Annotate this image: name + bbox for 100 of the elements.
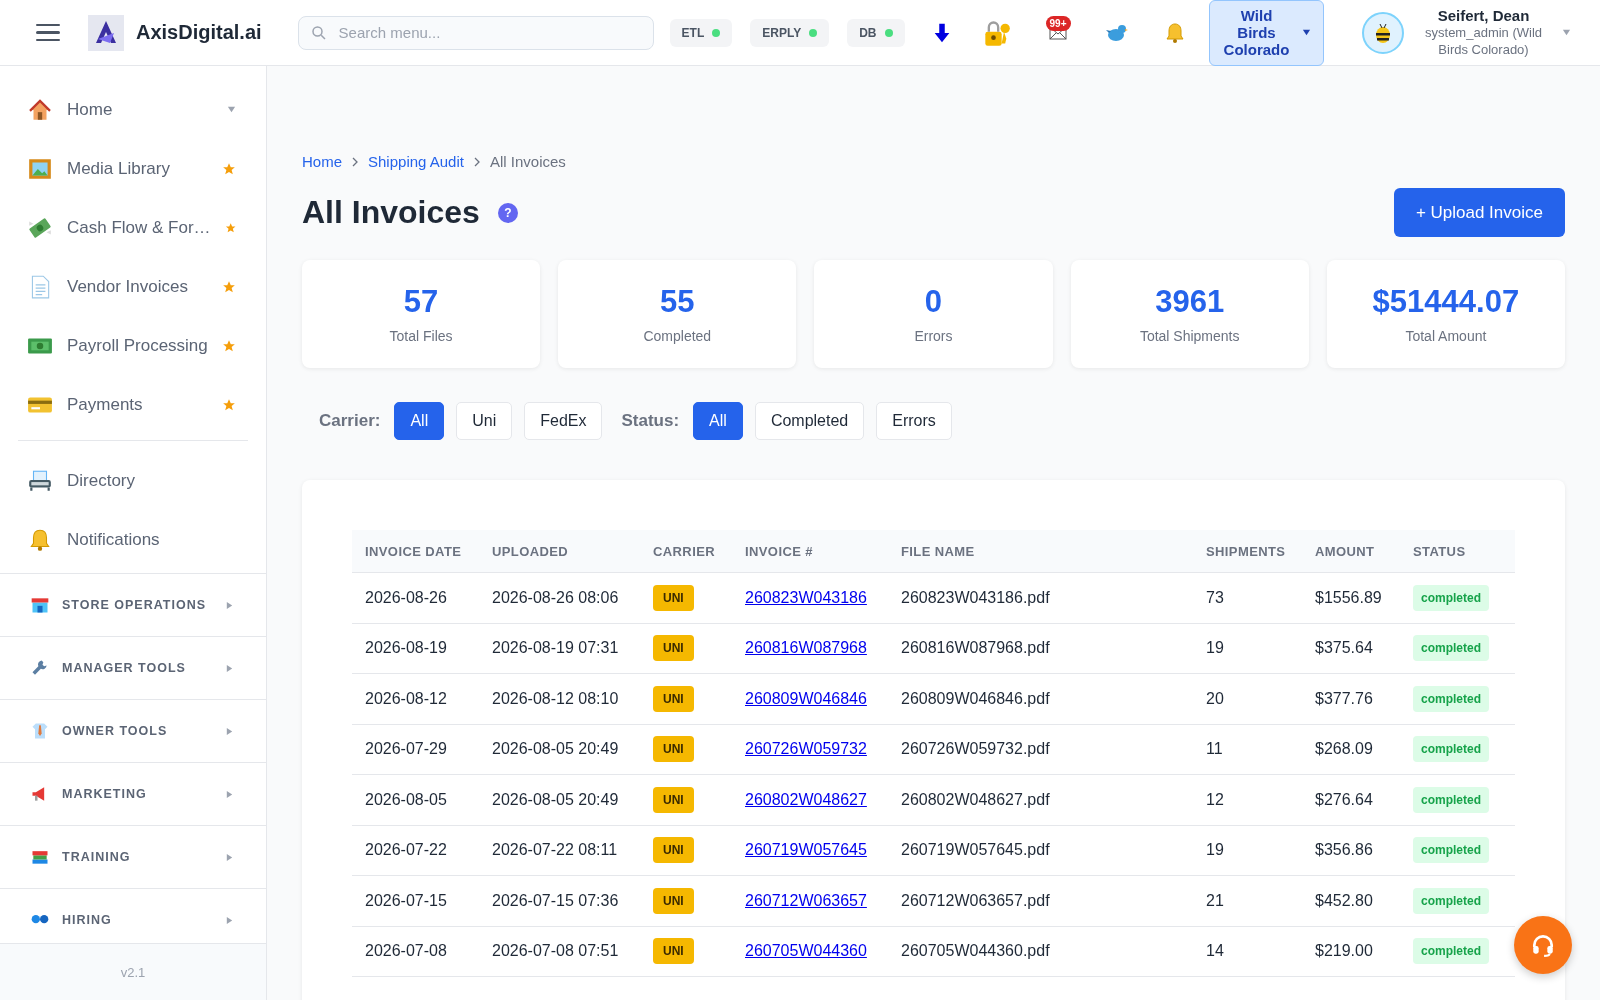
table-cell: $377.76 [1302, 673, 1400, 724]
filter-button[interactable]: Uni [456, 402, 513, 440]
breadcrumb-link[interactable]: Shipping Audit [368, 153, 464, 170]
stat-value: 57 [403, 284, 439, 320]
table-cell: 20 [1193, 673, 1302, 724]
filter-label: Carrier: [319, 411, 381, 431]
column-header: STATUS [1400, 530, 1515, 573]
caret-icon [1561, 28, 1571, 37]
sidebar-item[interactable]: Payroll Processing [0, 316, 266, 375]
stat-value: $51444.07 [1372, 284, 1520, 320]
table-cell: 260823W043186.pdf [888, 572, 1193, 623]
lock-key-icon [982, 18, 1011, 47]
column-header: INVOICE DATE [352, 530, 479, 573]
caret-icon [227, 105, 236, 114]
status-badge: completed [1413, 736, 1489, 763]
status-pill: ERPLY [750, 18, 830, 47]
table-cell: 2026-07-08 [352, 926, 479, 977]
filter-button[interactable]: FedEx [524, 402, 603, 440]
status-badge: completed [1413, 837, 1489, 864]
filter-button[interactable]: All [693, 402, 743, 440]
carrier-badge: UNI [653, 786, 694, 813]
sidebar-item[interactable]: Payments [0, 375, 266, 434]
stat-label: Total Files [389, 328, 453, 344]
carrier-badge: UNI [653, 837, 694, 864]
table-cell: 2026-07-22 08:11 [479, 825, 640, 876]
status-badge: completed [1413, 938, 1489, 965]
sidebar-item[interactable]: Media Library [0, 139, 266, 198]
sidebar-section[interactable]: MANAGER TOOLS [0, 636, 266, 699]
store-icon [30, 595, 50, 615]
search-field[interactable]: Search menu... [297, 15, 654, 50]
table-cell: 260809W046846.pdf [888, 673, 1193, 724]
chevron-icon [473, 156, 480, 167]
table-cell: 2026-07-29 [352, 724, 479, 775]
caret-icon [225, 852, 234, 862]
sidebar-section[interactable]: MARKETING [0, 762, 266, 825]
sidebar-item[interactable]: Cash Flow & For… [0, 198, 266, 257]
notification-badge: 99+ [1045, 15, 1071, 31]
table-cell: 2026-07-15 07:36 [479, 875, 640, 926]
invoice-link[interactable]: 260705W044360 [745, 942, 867, 960]
column-header: UPLOADED [479, 530, 640, 573]
filter-button[interactable]: Errors [876, 402, 952, 440]
table-cell: 21 [1193, 875, 1302, 926]
table-cell: $1556.89 [1302, 572, 1400, 623]
upload-invoice-button[interactable]: + Upload Invoice [1393, 188, 1565, 237]
status-badge: completed [1413, 685, 1489, 712]
table-cell: $452.80 [1302, 875, 1400, 926]
table-cell: 2026-07-08 07:51 [479, 926, 640, 977]
carrier-badge: UNI [653, 635, 694, 662]
sidebar-section[interactable]: OWNER TOOLS [0, 699, 266, 762]
sidebar-item[interactable]: Home [0, 80, 266, 139]
carrier-badge: UNI [653, 887, 694, 914]
table-cell: $356.86 [1302, 825, 1400, 876]
table-cell: 2026-08-19 07:31 [479, 623, 640, 674]
table-cell: 2026-08-12 [352, 673, 479, 724]
logo-icon [88, 14, 124, 51]
menu-button[interactable] [34, 21, 62, 44]
filter-label: Status: [621, 411, 680, 431]
breadcrumb-link[interactable]: Home [302, 153, 342, 170]
table-cell: 2026-07-22 [352, 825, 479, 876]
table-cell: $219.00 [1302, 926, 1400, 977]
organization-selector[interactable]: Wild Birds Colorado [1208, 0, 1324, 66]
table-cell: 2026-08-05 [352, 774, 479, 825]
filter-button[interactable]: Completed [754, 402, 865, 440]
shirt-tie-icon [30, 721, 50, 741]
filter-button[interactable]: All [394, 402, 445, 440]
table-cell: 260705W044360.pdf [888, 926, 1193, 977]
status-pill: DB [847, 18, 905, 47]
sidebar-section[interactable]: TRAINING [0, 825, 266, 888]
status-badge: completed [1413, 786, 1489, 813]
table-cell: 260726W059732.pdf [888, 724, 1193, 775]
invoice-link[interactable]: 260712W063657 [745, 891, 867, 909]
brand-name: AxisDigital.ai [136, 21, 262, 44]
table-cell: 2026-08-26 [352, 572, 479, 623]
stat-value: 55 [660, 284, 695, 320]
table-cell: $276.64 [1302, 774, 1400, 825]
version-label: v2.1 [120, 964, 146, 980]
user-avatar[interactable] [1361, 11, 1404, 54]
status-badge: completed [1413, 887, 1489, 914]
user-name: Seifert, Dean [1436, 7, 1531, 24]
invoice-link[interactable]: 260802W048627 [745, 790, 867, 808]
table-cell: 2026-08-05 20:49 [479, 724, 640, 775]
carrier-badge: UNI [653, 685, 694, 712]
breadcrumb-current: All Invoices [489, 153, 566, 170]
carrier-badge: UNI [653, 938, 694, 965]
carrier-badge: UNI [653, 584, 694, 611]
invoice-link[interactable]: 260719W057645 [745, 841, 867, 859]
invoice-link[interactable]: 260816W087968 [745, 639, 867, 657]
sidebar-item[interactable]: Vendor Invoices [0, 257, 266, 316]
carrier-badge: UNI [653, 736, 694, 763]
help-button[interactable]: ? [497, 202, 518, 223]
table-cell: 2026-08-12 08:10 [479, 673, 640, 724]
table-cell: 260816W087968.pdf [888, 623, 1193, 674]
sidebar-item[interactable]: Directory [0, 451, 266, 510]
sidebar-item[interactable]: Notifications [0, 510, 266, 569]
invoice-link[interactable]: 260726W059732 [745, 740, 867, 758]
invoice-link[interactable]: 260823W043186 [745, 588, 867, 606]
caret-icon [225, 915, 234, 925]
chevron-icon [352, 156, 358, 167]
sidebar-section[interactable]: STORE OPERATIONS [0, 573, 266, 636]
invoice-link[interactable]: 260809W046846 [745, 689, 867, 707]
